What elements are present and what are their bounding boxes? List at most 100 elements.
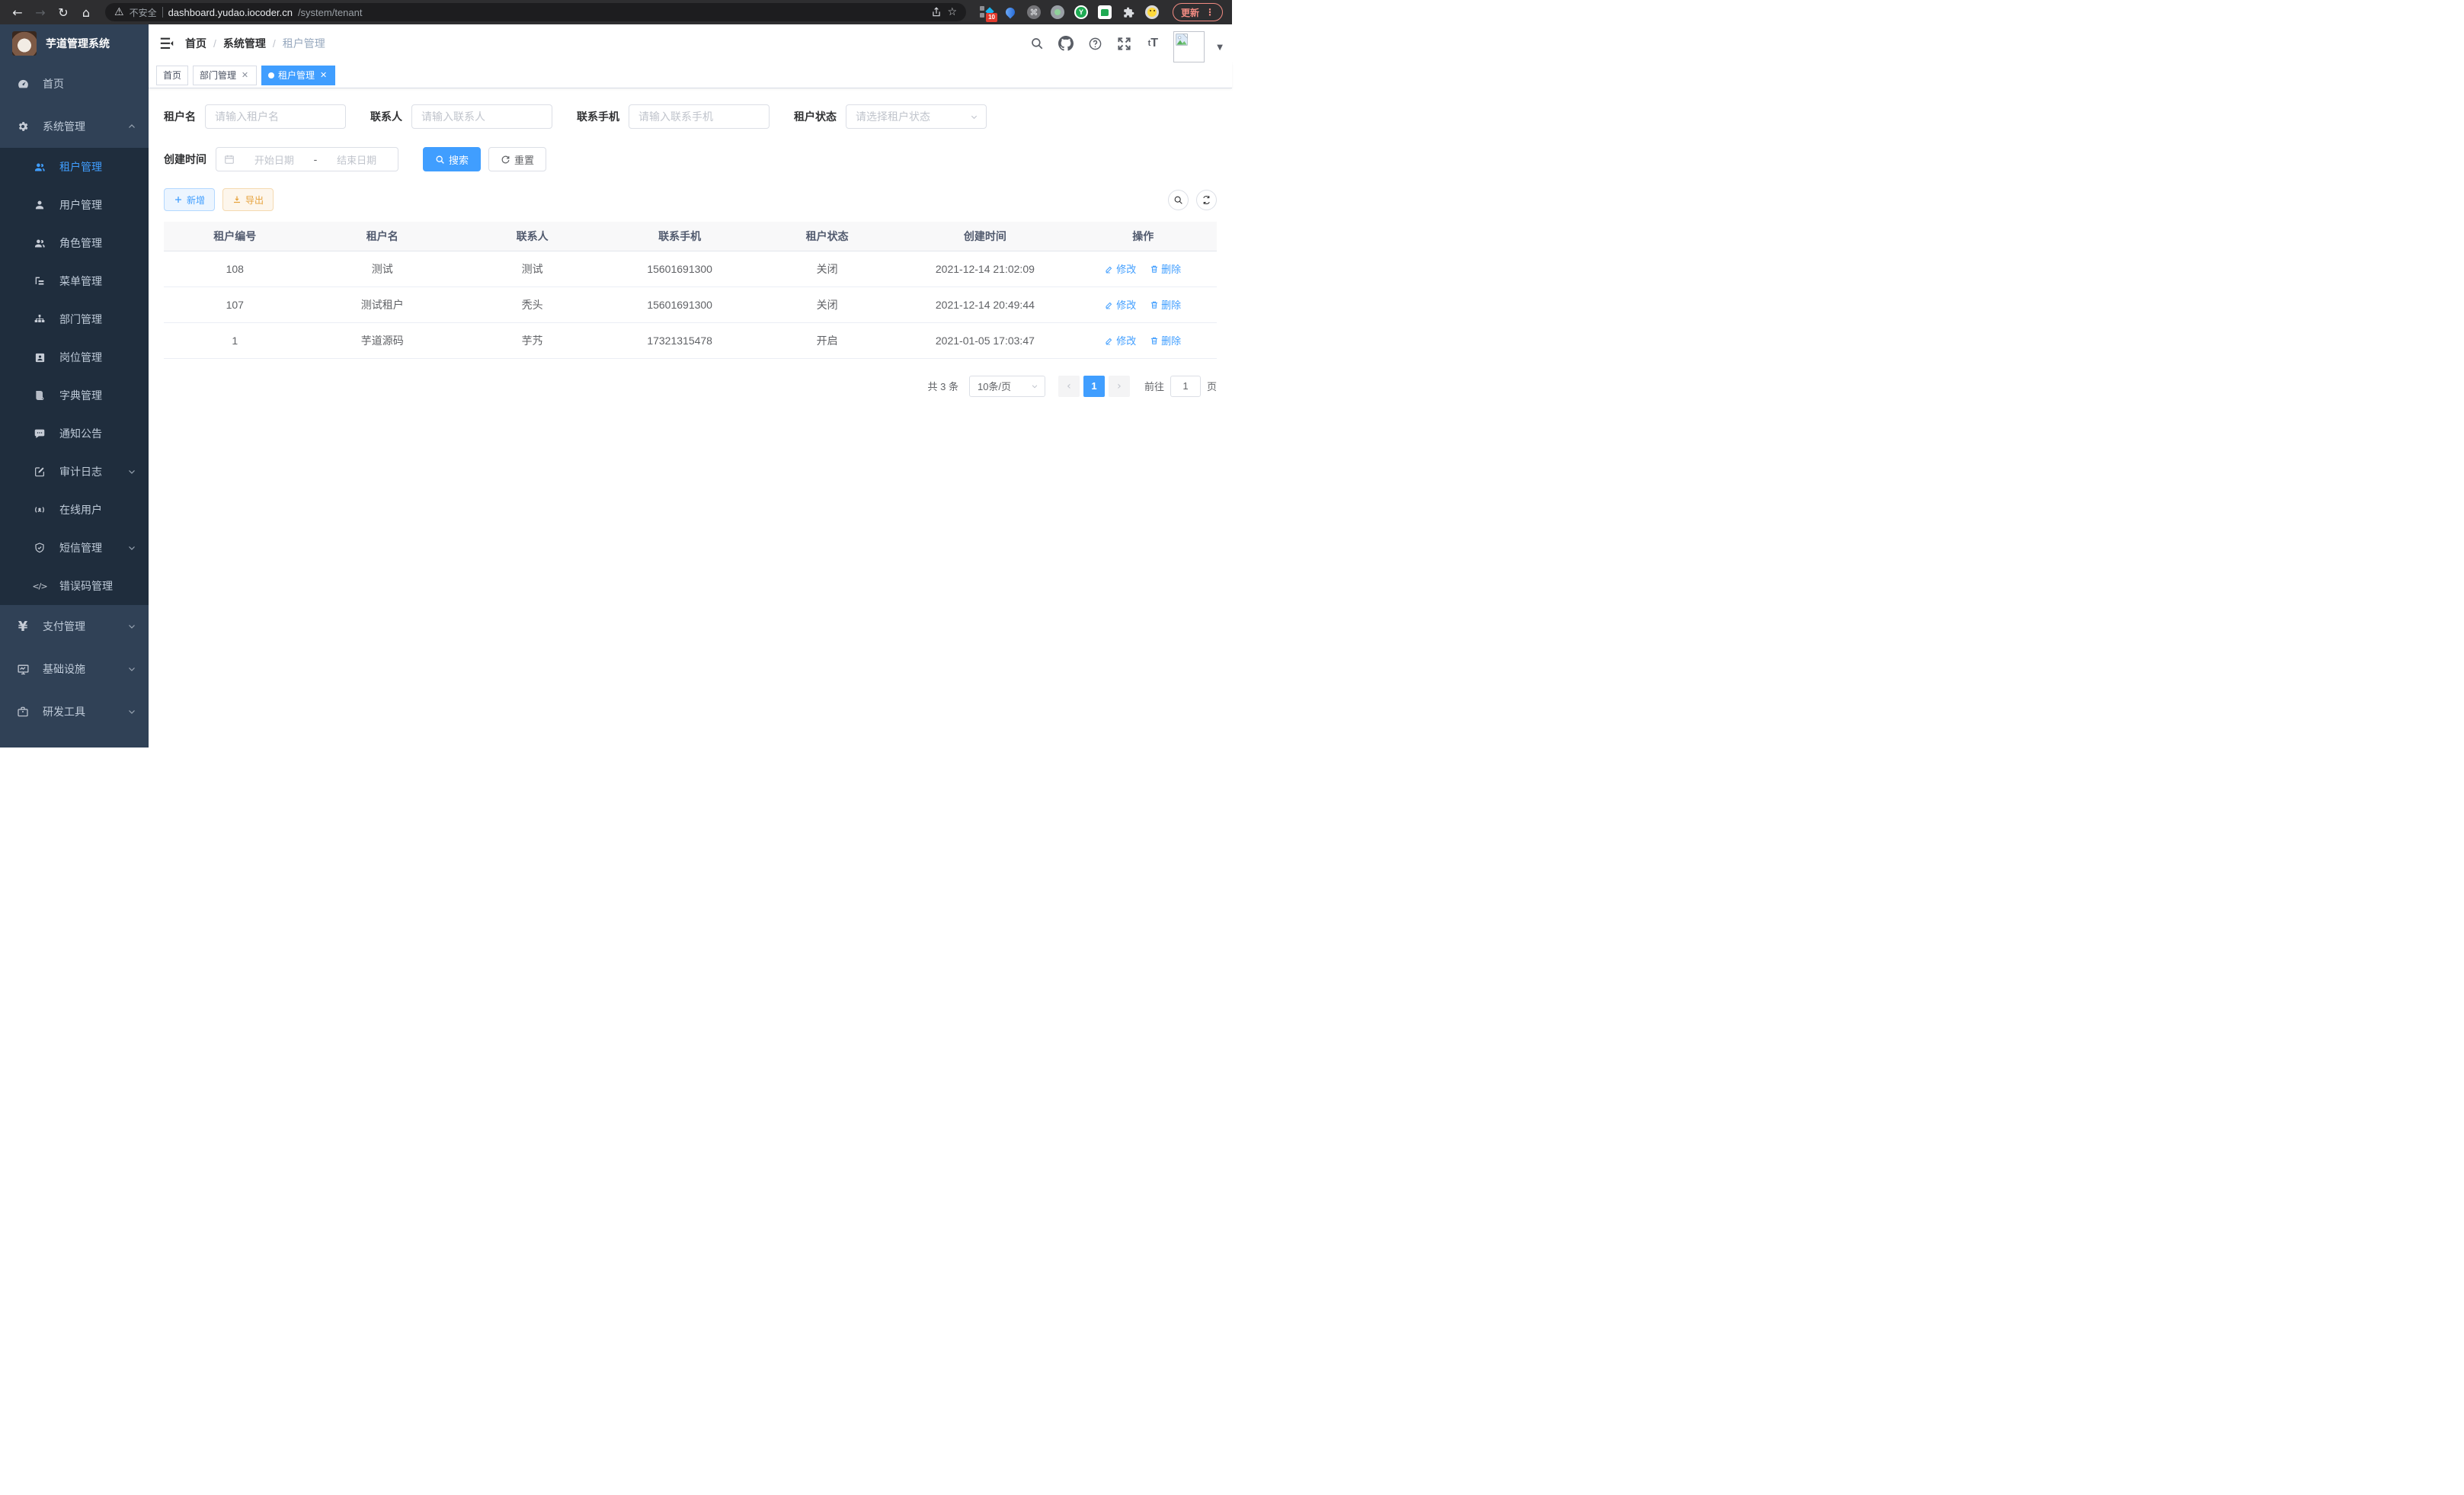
browser-reload-icon[interactable]: ↻	[53, 2, 73, 22]
sidebar-item-system[interactable]: 系统管理	[0, 105, 149, 148]
cell-mobile: 17321315478	[606, 322, 753, 358]
app-logo[interactable]: 芋道管理系统	[0, 24, 149, 62]
tab-label: 部门管理	[200, 69, 236, 82]
delete-link[interactable]: 删除	[1150, 297, 1181, 312]
sidebar-item-online-users[interactable]: 在线用户	[0, 491, 149, 529]
tenant-name-input[interactable]	[205, 104, 346, 129]
breadcrumb-home[interactable]: 首页	[185, 36, 206, 51]
chevron-down-icon	[127, 467, 136, 476]
filter-create-time: 创建时间 开始日期 - 结束日期	[164, 147, 398, 171]
monitor-icon	[14, 663, 32, 676]
date-range-picker[interactable]: 开始日期 - 结束日期	[216, 147, 398, 171]
tab-dept[interactable]: 部门管理 ✕	[193, 66, 257, 85]
help-icon[interactable]	[1086, 24, 1103, 62]
export-button[interactable]: 导出	[222, 188, 274, 211]
tab-tenant[interactable]: 租户管理 ✕	[261, 66, 335, 85]
mobile-input[interactable]	[629, 104, 770, 129]
delete-link[interactable]: 删除	[1150, 333, 1181, 347]
sidebar-item-menu[interactable]: 菜单管理	[0, 262, 149, 300]
reset-button[interactable]: 重置	[488, 147, 546, 171]
cell-contact: 秃头	[459, 287, 606, 322]
share-icon[interactable]	[931, 7, 942, 18]
table-toolbar: 新增 导出	[164, 188, 1217, 211]
extension-dot-icon[interactable]	[1051, 5, 1064, 19]
tab-home[interactable]: 首页	[156, 66, 188, 85]
close-icon[interactable]: ✕	[240, 70, 250, 80]
prev-page-button[interactable]: ‹	[1058, 376, 1080, 397]
sidebar-item-user[interactable]: 用户管理	[0, 186, 149, 224]
refresh-table-icon[interactable]	[1196, 190, 1217, 210]
org-tree-icon	[30, 313, 49, 325]
delete-link[interactable]: 删除	[1150, 261, 1181, 276]
field-label: 联系人	[370, 109, 402, 124]
next-page-button[interactable]: ›	[1109, 376, 1130, 397]
sidebar-item-label: 审计日志	[59, 464, 102, 479]
fullscreen-icon[interactable]	[1115, 24, 1132, 62]
url-path: /system/tenant	[298, 7, 363, 18]
browser-forward-icon[interactable]: →	[30, 2, 50, 22]
sidebar-item-label: 研发工具	[43, 704, 85, 719]
sidebar-item-payment[interactable]: ¥ 支付管理	[0, 605, 149, 648]
tab-label: 租户管理	[278, 69, 315, 82]
chevron-down-icon	[970, 113, 978, 121]
sidebar-item-infra[interactable]: 基础设施	[0, 648, 149, 690]
page-number-1[interactable]: 1	[1083, 376, 1105, 397]
profile-avatar[interactable]	[1145, 5, 1159, 19]
extensions-puzzle-icon[interactable]	[1122, 5, 1135, 19]
sidebar-item-tenant[interactable]: 租户管理	[0, 148, 149, 186]
broadcast-icon	[30, 503, 49, 517]
avatar-dropdown-caret[interactable]: ▼	[1217, 43, 1223, 52]
sidebar-item-errorcode[interactable]: </> 错误码管理	[0, 567, 149, 605]
goto-page: 前往 页	[1144, 376, 1217, 397]
sidebar-item-label: 岗位管理	[59, 350, 102, 365]
edit-link[interactable]: 修改	[1105, 261, 1136, 276]
close-icon[interactable]: ✕	[318, 70, 328, 80]
sidebar-item-audit-log[interactable]: 审计日志	[0, 453, 149, 491]
breadcrumb-system[interactable]: 系统管理	[223, 36, 266, 51]
extension-kite-icon[interactable]	[1003, 5, 1017, 19]
filter-tenant-name: 租户名	[164, 104, 346, 129]
extensions-row: 10 ⌘ Y	[980, 5, 1159, 19]
sidebar-item-label: 角色管理	[59, 235, 102, 251]
sidebar-item-sms[interactable]: 短信管理	[0, 529, 149, 567]
extension-chat-icon[interactable]	[1098, 5, 1112, 19]
header-search-icon[interactable]	[1029, 24, 1045, 62]
sidebar-item-role[interactable]: 角色管理	[0, 224, 149, 262]
page-size-select[interactable]: 10条/页	[969, 376, 1045, 397]
font-size-icon[interactable]: tT	[1144, 24, 1161, 62]
sidebar-item-notice[interactable]: 通知公告	[0, 415, 149, 453]
browser-home-icon[interactable]: ⌂	[76, 2, 96, 22]
toggle-search-icon[interactable]	[1168, 190, 1189, 210]
user-avatar[interactable]	[1173, 31, 1205, 62]
browser-menu-icon[interactable]: ⋮	[1205, 7, 1214, 18]
github-icon[interactable]	[1058, 24, 1074, 62]
browser-update-button[interactable]: 更新 ⋮	[1173, 3, 1223, 21]
cell-tenant-id: 1	[164, 322, 306, 358]
contact-input[interactable]	[411, 104, 552, 129]
sidebar-item-dept[interactable]: 部门管理	[0, 300, 149, 338]
extension-command-icon[interactable]: ⌘	[1027, 5, 1041, 19]
hamburger-icon[interactable]	[149, 24, 185, 62]
sidebar-item-home[interactable]: 首页	[0, 62, 149, 105]
start-date-placeholder: 开始日期	[241, 152, 308, 167]
bookmark-star-icon[interactable]: ☆	[947, 6, 957, 18]
search-button[interactable]: 搜索	[423, 147, 481, 171]
browser-back-icon[interactable]: ←	[8, 2, 27, 22]
sidebar-item-post[interactable]: 岗位管理	[0, 338, 149, 376]
address-bar[interactable]: ⚠ 不安全 dashboard.yudao.iocoder.cn/system/…	[105, 3, 966, 21]
extension-y-icon[interactable]: Y	[1074, 5, 1088, 19]
edit-link[interactable]: 修改	[1105, 333, 1136, 347]
shield-icon	[30, 542, 49, 554]
cell-mobile: 15601691300	[606, 251, 753, 287]
field-label: 租户名	[164, 109, 196, 124]
goto-page-input[interactable]	[1170, 376, 1201, 397]
yen-icon: ¥	[14, 619, 32, 635]
url-host: dashboard.yudao.iocoder.cn	[168, 7, 293, 18]
extension-grid-icon[interactable]: 10	[980, 5, 994, 19]
edit-link[interactable]: 修改	[1105, 297, 1136, 312]
add-button[interactable]: 新增	[164, 188, 215, 211]
sidebar-item-devtools[interactable]: 研发工具	[0, 690, 149, 733]
cell-tenant-name: 芋道源码	[306, 322, 459, 358]
status-select[interactable]: 请选择租户状态	[846, 104, 987, 129]
sidebar-item-dict[interactable]: 字典管理	[0, 376, 149, 415]
